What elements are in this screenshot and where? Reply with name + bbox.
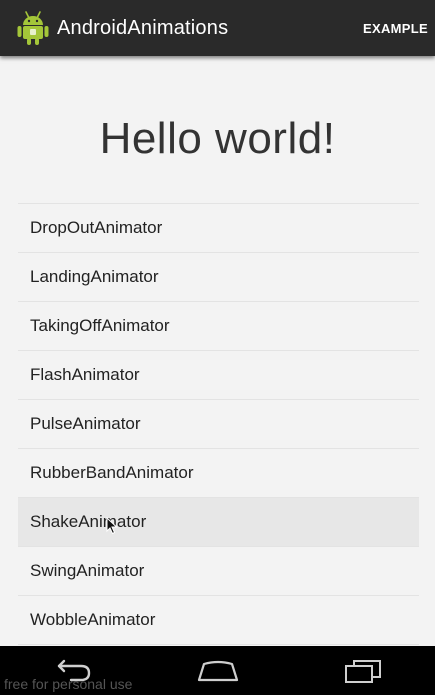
back-button[interactable]: [43, 651, 103, 691]
animator-item-wobble[interactable]: WobbleAnimator: [18, 596, 419, 645]
animator-item-landing[interactable]: LandingAnimator: [18, 253, 419, 302]
recent-apps-button[interactable]: [333, 651, 393, 691]
animator-item-dropout[interactable]: DropOutAnimator: [18, 204, 419, 253]
animator-item-takingoff[interactable]: TakingOffAnimator: [18, 302, 419, 351]
navigation-bar: [0, 646, 435, 695]
back-icon: [57, 659, 90, 681]
animator-list: DropOutAnimator LandingAnimator TakingOf…: [18, 203, 419, 645]
hello-heading: Hello world!: [99, 114, 336, 163]
animator-item-swing[interactable]: SwingAnimator: [18, 547, 419, 596]
animator-item-shake[interactable]: ShakeAnimator: [18, 498, 419, 547]
animator-item-rubberband[interactable]: RubberBandAnimator: [18, 449, 419, 498]
home-icon: [197, 660, 238, 681]
mouse-cursor-icon: [106, 517, 118, 535]
main-content: Hello world! DropOutAnimator LandingAnim…: [0, 56, 435, 646]
example-action-button[interactable]: EXAMPLE: [355, 13, 428, 44]
animator-item-flash[interactable]: FlashAnimator: [18, 351, 419, 400]
recent-apps-icon: [344, 659, 381, 683]
app-title: AndroidAnimations: [57, 16, 229, 39]
android-robot-icon[interactable]: [16, 9, 50, 47]
action-bar: AndroidAnimations EXAMPLE: [0, 0, 435, 56]
animator-item-pulse[interactable]: PulseAnimator: [18, 400, 419, 449]
home-button[interactable]: [188, 651, 248, 691]
